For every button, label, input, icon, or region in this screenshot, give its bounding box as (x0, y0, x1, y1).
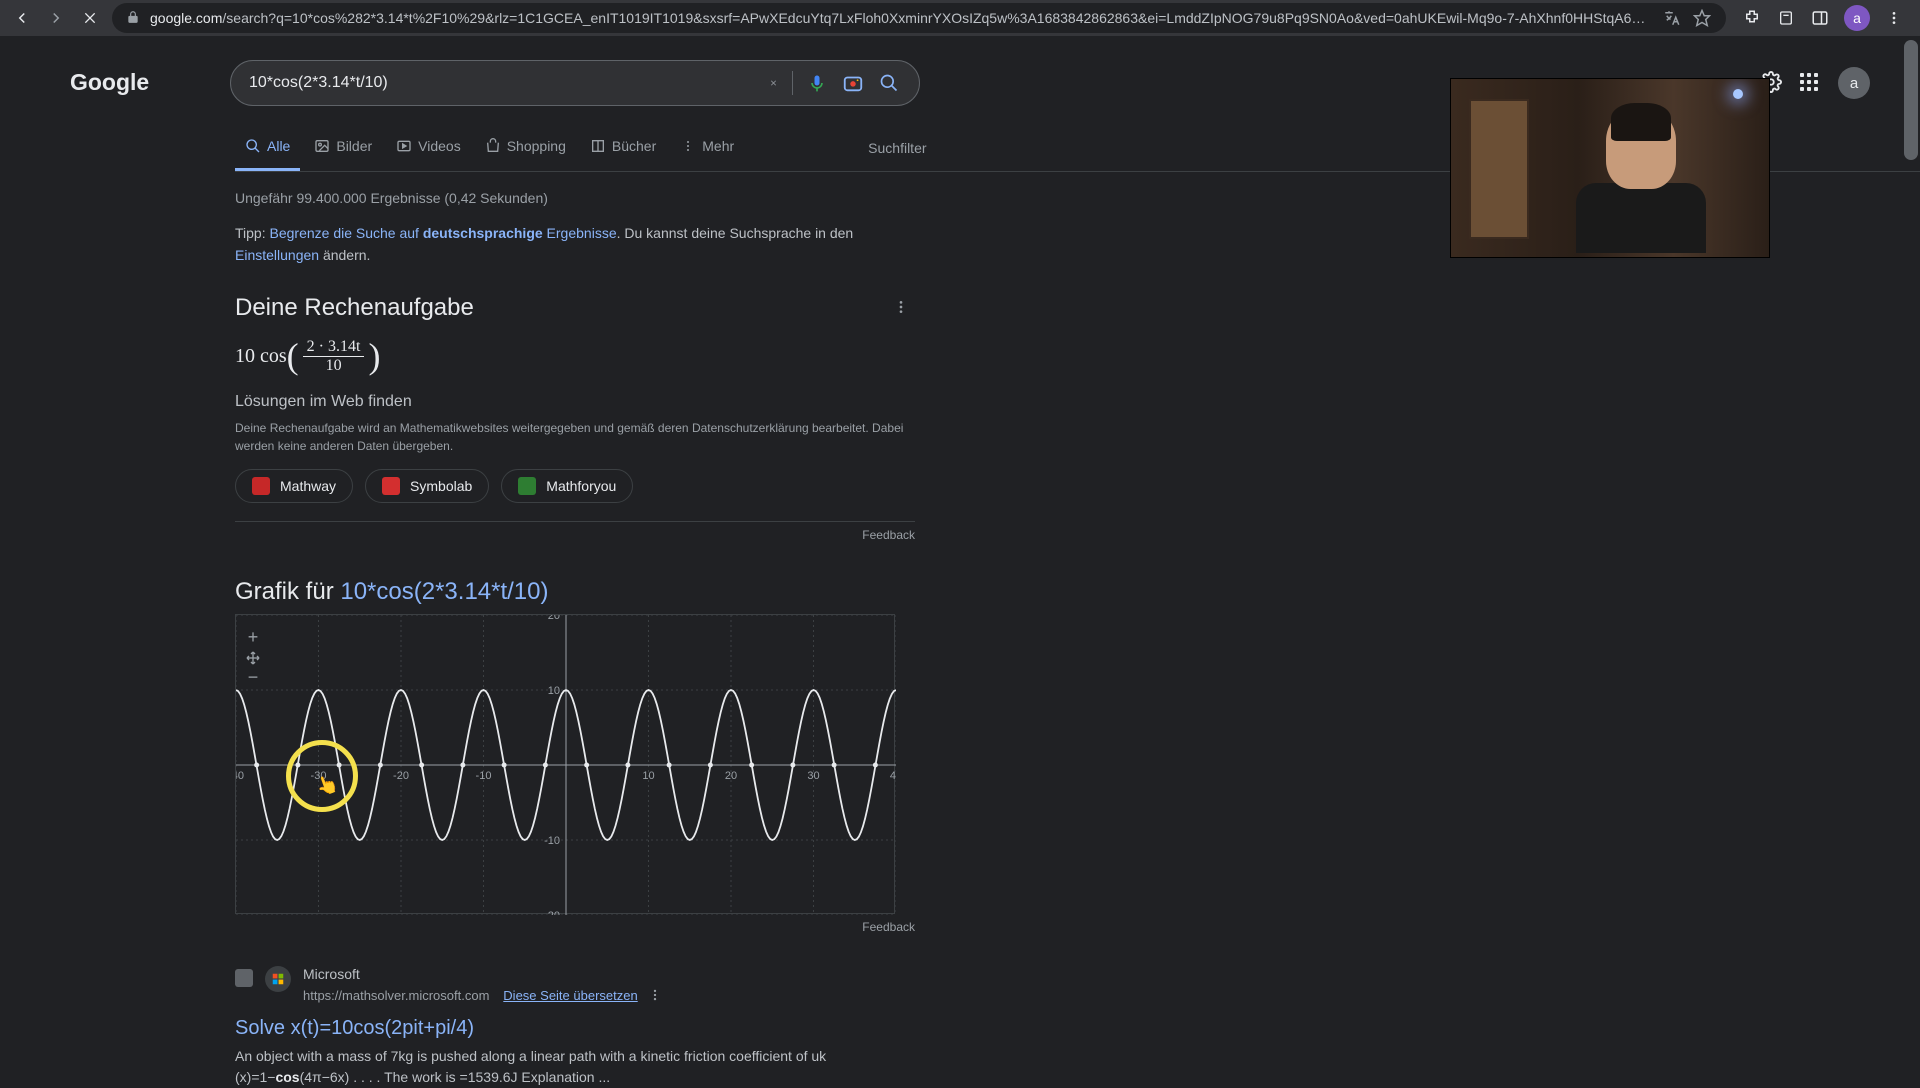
svg-text:20: 20 (548, 615, 560, 622)
result-site-name: Microsoft (303, 966, 668, 982)
tab-all[interactable]: Alle (235, 128, 300, 171)
svg-text:20: 20 (725, 770, 737, 782)
page-scrollbar[interactable] (1904, 40, 1918, 1076)
extensions-icon[interactable] (1742, 8, 1762, 28)
search-filter[interactable]: Suchfilter (868, 130, 926, 170)
result-favicon (265, 966, 291, 992)
tab-videos-label: Videos (418, 138, 461, 154)
tab-books[interactable]: Bücher (580, 128, 666, 171)
svg-text:-40: -40 (236, 770, 244, 782)
svg-text:10: 10 (548, 685, 560, 697)
symbolab-icon (382, 477, 400, 495)
sidepanel-icon[interactable] (1810, 8, 1830, 28)
tab-more-label: Mehr (702, 138, 734, 154)
browser-toolbar: google.com/search?q=10*cos%282*3.14*t%2F… (0, 0, 1920, 36)
account-avatar[interactable]: a (1838, 67, 1870, 99)
solutions-disclaimer: Deine Rechenaufgabe wird an Mathematikwe… (235, 411, 915, 469)
graph-feedback-link[interactable]: Feedback (235, 914, 915, 940)
zoom-out-button[interactable]: − (244, 669, 262, 687)
tab-videos[interactable]: Videos (386, 128, 471, 171)
tip-link-settings[interactable]: Einstellungen (235, 247, 319, 263)
tab-shopping[interactable]: Shopping (475, 128, 576, 171)
card-menu-icon[interactable] (887, 293, 915, 324)
reload-button[interactable] (76, 4, 104, 32)
result-favicon-placeholder (235, 969, 253, 987)
tab-images[interactable]: Bilder (304, 128, 382, 171)
tab-books-label: Bücher (612, 138, 656, 154)
svg-text:30: 30 (807, 770, 819, 782)
mathforyou-icon (518, 477, 536, 495)
solver-mathforyou[interactable]: Mathforyou (501, 469, 633, 503)
math-feedback-link[interactable]: Feedback (235, 521, 915, 548)
webcam-overlay (1450, 78, 1770, 258)
search-box (230, 60, 920, 106)
svg-text:-10: -10 (544, 835, 560, 847)
tab-shopping-label: Shopping (507, 138, 566, 154)
search-result: Microsoft https://mathsolver.microsoft.c… (235, 966, 915, 1088)
graph-title: Grafik für 10*cos(2*3.14*t/10) (235, 578, 915, 614)
translate-link[interactable]: Diese Seite übersetzen (503, 988, 637, 1003)
graph-canvas[interactable]: + − -40-30-20-1010203040-20-101020 👆 (235, 614, 895, 914)
svg-text:-10: -10 (476, 770, 492, 782)
solutions-heading: Lösungen im Web finden (235, 379, 915, 411)
mathway-icon (252, 477, 270, 495)
svg-text:10: 10 (642, 770, 654, 782)
forward-button[interactable] (42, 4, 70, 32)
result-title-link[interactable]: Solve x(t)=10cos(2pit+pi/4) (235, 1011, 915, 1046)
result-menu-icon[interactable] (642, 982, 668, 1011)
svg-text:-20: -20 (393, 770, 409, 782)
clear-icon[interactable] (769, 71, 793, 95)
solver-symbolab[interactable]: Symbolab (365, 469, 489, 503)
math-card: Deine Rechenaufgabe 10 cos ( 2 · 3.14t10… (235, 293, 915, 548)
lens-icon[interactable] (841, 71, 865, 95)
tip-link-german[interactable]: Begrenze die Suche auf deutschsprachige … (270, 225, 617, 241)
result-stats: Ungefähr 99.400.000 Ergebnisse (0,42 Sek… (235, 172, 915, 214)
apps-grid-icon[interactable] (1800, 73, 1820, 93)
star-icon[interactable] (1692, 8, 1712, 28)
search-input[interactable] (249, 74, 757, 92)
graph-card: Grafik für 10*cos(2*3.14*t/10) + − -40-3… (235, 578, 915, 940)
search-icon[interactable] (877, 71, 901, 95)
result-snippet: An object with a mass of 7kg is pushed a… (235, 1046, 915, 1088)
solver-symbolab-label: Symbolab (410, 478, 472, 494)
pan-button[interactable] (244, 649, 262, 667)
svg-text:40: 40 (890, 770, 896, 782)
search-tip: Tipp: Begrenze die Suche auf deutschspra… (235, 214, 915, 285)
svg-text:Google: Google (70, 69, 149, 95)
solver-mathway[interactable]: Mathway (235, 469, 353, 503)
math-expression: 10 cos ( 2 · 3.14t10 ) (235, 324, 915, 379)
mic-icon[interactable] (805, 71, 829, 95)
math-heading: Deine Rechenaufgabe (235, 294, 474, 322)
back-button[interactable] (8, 4, 36, 32)
profile-avatar[interactable]: a (1844, 5, 1870, 31)
scrollbar-thumb[interactable] (1904, 40, 1918, 160)
tab-all-label: Alle (267, 138, 290, 154)
tab-more[interactable]: Mehr (670, 128, 744, 171)
bookmark-icon[interactable] (1776, 8, 1796, 28)
url-text: google.com/search?q=10*cos%282*3.14*t%2F… (150, 10, 1652, 26)
solver-mathforyou-label: Mathforyou (546, 478, 616, 494)
graph-svg: -40-30-20-1010203040-20-101020 (236, 615, 896, 915)
google-logo[interactable]: Google (70, 67, 190, 98)
result-url: https://mathsolver.microsoft.com (303, 988, 489, 1003)
lock-icon (126, 10, 140, 27)
kebab-icon[interactable] (1884, 8, 1904, 28)
tab-images-label: Bilder (336, 138, 372, 154)
zoom-in-button[interactable]: + (244, 629, 262, 647)
translate-icon[interactable] (1662, 8, 1682, 28)
address-bar[interactable]: google.com/search?q=10*cos%282*3.14*t%2F… (112, 3, 1726, 33)
solver-mathway-label: Mathway (280, 478, 336, 494)
svg-text:-20: -20 (544, 910, 560, 915)
